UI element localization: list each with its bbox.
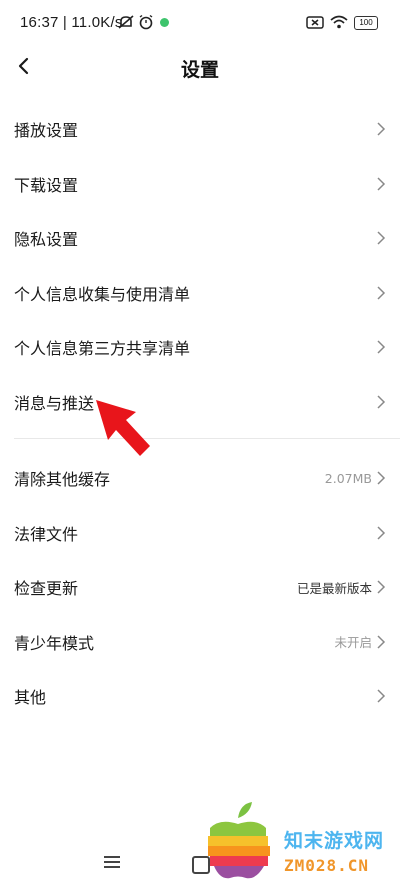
- menu-icon[interactable]: [103, 855, 121, 869]
- settings-row-personal-info-collection[interactable]: 个人信息收集与使用清单: [0, 266, 400, 321]
- row-label: 个人信息第三方共享清单: [14, 339, 191, 359]
- chevron-right-icon: [377, 635, 386, 649]
- app-indicator-icon: [160, 18, 169, 27]
- settings-list: 播放设置 下载设置 隐私设置 个人信息收集与使用清单 个人信息第三方共享清单 消…: [0, 102, 400, 429]
- chevron-right-icon: [377, 526, 386, 540]
- chevron-right-icon: [377, 122, 386, 136]
- red-arrow-annotation: [96, 400, 150, 456]
- settings-row-clear-cache[interactable]: 清除其他缓存 2.07MB: [0, 451, 400, 506]
- header: 设置: [0, 44, 400, 90]
- settings-list-secondary: 清除其他缓存 2.07MB 法律文件 检查更新 已是最新版本 青少年模式 未开启…: [0, 451, 400, 724]
- battery-icon: 100: [354, 16, 378, 30]
- settings-row-notifications[interactable]: 消息与推送: [0, 375, 400, 430]
- settings-row-other[interactable]: 其他: [0, 669, 400, 724]
- chevron-right-icon: [377, 231, 386, 245]
- chevron-right-icon: [377, 689, 386, 703]
- row-label: 其他: [14, 688, 47, 708]
- chevron-right-icon: [377, 177, 386, 191]
- row-label: 个人信息收集与使用清单: [14, 284, 191, 304]
- update-status-value: 已是最新版本: [296, 580, 372, 596]
- row-label: 下载设置: [14, 175, 79, 195]
- settings-row-legal[interactable]: 法律文件: [0, 506, 400, 561]
- row-label: 法律文件: [14, 524, 79, 544]
- page-title: 设置: [180, 59, 219, 81]
- chevron-right-icon: [377, 395, 386, 409]
- watermark-apple-logo: [208, 802, 270, 879]
- cache-size-value: 2.07MB: [324, 470, 372, 486]
- alarm-clock-icon: [139, 14, 153, 30]
- sim-disabled-icon: [306, 16, 324, 29]
- chevron-right-icon: [377, 580, 386, 594]
- row-label: 消息与推送: [14, 393, 95, 413]
- chevron-right-icon: [377, 471, 386, 485]
- muted-bell-icon: [118, 15, 134, 29]
- settings-row-playback[interactable]: 播放设置: [0, 102, 400, 157]
- chevron-right-icon: [377, 286, 386, 300]
- row-label: 隐私设置: [14, 230, 79, 250]
- wifi-icon: [330, 15, 348, 29]
- section-divider: [14, 438, 400, 439]
- settings-row-privacy[interactable]: 隐私设置: [0, 211, 400, 266]
- row-label: 青少年模式: [14, 633, 95, 653]
- row-label: 检查更新: [14, 579, 79, 599]
- settings-row-download[interactable]: 下载设置: [0, 157, 400, 212]
- settings-row-teen-mode[interactable]: 青少年模式 未开启: [0, 615, 400, 670]
- row-label: 播放设置: [14, 121, 79, 141]
- row-label: 清除其他缓存: [14, 470, 111, 490]
- settings-row-third-party-sharing[interactable]: 个人信息第三方共享清单: [0, 320, 400, 375]
- watermark-site-url: ZM028.CN: [284, 856, 370, 875]
- teen-mode-status-value: 未开启: [334, 635, 372, 651]
- status-bar: 16:37 | 11.0K/s 100: [0, 0, 400, 44]
- status-time-speed: 16:37 | 11.0K/s: [20, 14, 123, 31]
- settings-row-check-update[interactable]: 检查更新 已是最新版本: [0, 560, 400, 615]
- chevron-right-icon: [377, 340, 386, 354]
- watermark-site-name: 知末游戏网: [284, 830, 385, 852]
